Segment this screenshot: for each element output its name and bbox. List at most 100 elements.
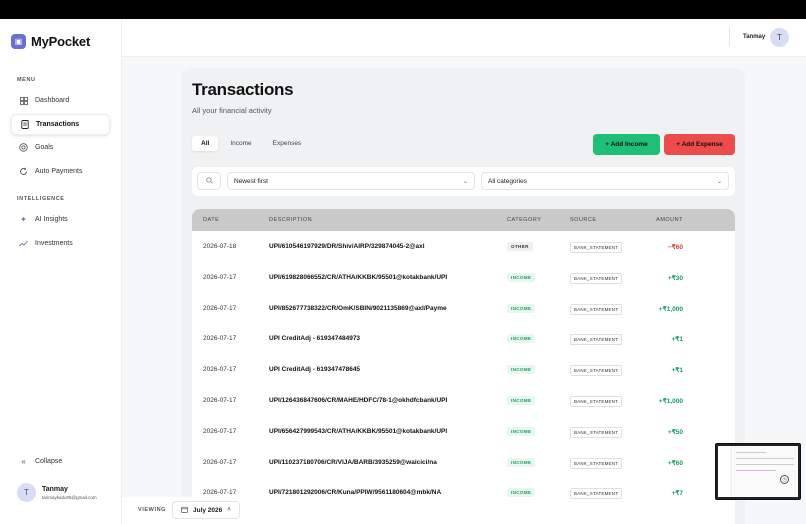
row-date: 2026-07-18 xyxy=(203,243,237,250)
category-badge: INCOME xyxy=(507,457,536,467)
chevron-up-icon: ˄ xyxy=(227,507,231,513)
sidebar-item-label: Transactions xyxy=(36,121,80,128)
category-badge: INCOME xyxy=(507,426,536,436)
table-row[interactable]: 2026-07-17 UPI/619828066552/CR/ATHA/KKBK/… xyxy=(192,262,735,293)
tab-all[interactable]: All xyxy=(192,136,219,151)
table-header: DATE DESCRIPTION CATEGORY SOURCE AMOUNT xyxy=(192,209,735,231)
user-name: Tanmay xyxy=(42,485,68,493)
add-expense-button[interactable]: + Add Expense xyxy=(664,134,735,155)
row-amount: +₹1,000 xyxy=(658,397,683,405)
table-row[interactable]: 2026-07-17 UPI/656427999543/CR/ATHA/KKBK/… xyxy=(192,416,735,447)
topbar-user-name: Tanmay xyxy=(743,34,766,40)
sidebar-item-auto-payments[interactable]: Auto Payments xyxy=(11,161,110,182)
period-bar: VIEWING July 2026 ˄ xyxy=(122,497,242,524)
row-description: UPI/110237180706/CR/VIJA/BARB/3935259@wa… xyxy=(269,458,437,466)
row-date: 2026-07-17 xyxy=(203,273,237,281)
sort-select[interactable]: Newest first ⌄ xyxy=(227,172,475,190)
source-badge: BANK_STATEMENT xyxy=(570,272,623,284)
category-badge: INCOME xyxy=(507,365,536,375)
row-amount: −₹60 xyxy=(667,244,683,251)
row-date: 2026-07-17 xyxy=(203,366,237,374)
table-row[interactable]: 2026-07-17 UPI/110237180706/CR/VIJA/BARB/… xyxy=(192,447,735,478)
month-picker[interactable]: July 2026 ˄ xyxy=(172,501,240,519)
source-badge: BANK_STATEMENT xyxy=(570,303,623,315)
brand[interactable]: ▣ MyPocket xyxy=(11,34,90,49)
sidebar-item-dashboard[interactable]: Dashboard xyxy=(11,90,110,111)
source-badge: BANK_STATEMENT xyxy=(570,365,623,377)
thumbnail-sidebar xyxy=(718,446,732,497)
user-profile[interactable]: T Tanmay tanmaykadu08@gmail.com xyxy=(17,483,97,502)
chevron-down-icon: ⌄ xyxy=(462,178,468,185)
avatar[interactable]: T xyxy=(770,28,789,47)
collapse-button[interactable]: « Collapse xyxy=(11,451,110,472)
thumbnail-content: ◷ xyxy=(718,446,798,497)
row-description: UPI/619828066552/CR/ATHA/KKBK/95501@kota… xyxy=(269,273,448,281)
thumbnail-line xyxy=(736,458,794,459)
header-description: DESCRIPTION xyxy=(269,217,313,223)
category-badge: INCOME xyxy=(507,334,536,344)
row-amount: +₹1 xyxy=(671,367,683,375)
calendar-icon xyxy=(181,506,188,515)
page-title: Transactions xyxy=(192,80,294,99)
row-description: UPI/126436847606/CR/MAHE/HDFC/78-1@okhdf… xyxy=(269,396,448,404)
target-icon xyxy=(19,143,28,152)
header-source: SOURCE xyxy=(570,217,597,223)
refresh-icon xyxy=(19,167,28,176)
search-button[interactable] xyxy=(197,172,221,190)
row-date: 2026-07-17 xyxy=(203,335,237,343)
header-date[interactable]: DATE xyxy=(203,217,219,223)
category-badge: OTHER xyxy=(507,242,533,251)
row-description: UPI/656427999543/CR/ATHA/KKBK/95501@kota… xyxy=(269,427,448,435)
category-badge: INCOME xyxy=(507,488,536,498)
table-row[interactable]: 2026-07-17 UPI/126436847606/CR/MAHE/HDFC/… xyxy=(192,385,735,416)
sidebar-item-goals[interactable]: Goals xyxy=(11,137,110,158)
top-bar: Tanmay T xyxy=(122,19,806,57)
row-date: 2026-07-17 xyxy=(203,427,237,435)
tab-expenses[interactable]: Expenses xyxy=(264,136,311,151)
add-income-button[interactable]: + Add Income xyxy=(593,134,660,155)
thumbnail-line xyxy=(736,470,776,471)
divider xyxy=(729,27,730,47)
sidebar-item-label: Goals xyxy=(35,144,54,151)
sidebar-item-investments[interactable]: Investments xyxy=(11,233,110,254)
transactions-table: DATE DESCRIPTION CATEGORY SOURCE AMOUNT … xyxy=(192,209,735,524)
header-amount[interactable]: AMOUNT xyxy=(656,217,683,223)
row-date: 2026-07-17 xyxy=(203,458,237,466)
tab-income[interactable]: Income xyxy=(221,136,260,151)
table-body: 2026-07-18 UPI/610546197929/DR/Shiv/AIRP/… xyxy=(192,231,735,508)
receipt-icon xyxy=(20,120,29,129)
row-amount: +₹1 xyxy=(671,336,683,344)
sidebar-item-label: Investments xyxy=(35,240,73,247)
menu-section-label: MENU xyxy=(17,77,36,83)
chevrons-left-icon: « xyxy=(21,457,26,466)
table-row[interactable]: 2026-07-17 UPI/852677738322/CR/OmK/SBIN/9… xyxy=(192,293,735,324)
table-row[interactable]: 2026-07-17 UPI CreditAdj - 619347484973 IN… xyxy=(192,323,735,354)
source-badge: BANK_STATEMENT xyxy=(570,334,623,346)
table-row[interactable]: 2026-07-18 UPI/610546197929/DR/Shiv/AIRP/… xyxy=(192,231,735,262)
row-description: UPI/852677738322/CR/OmK/SBIN/9021135869@… xyxy=(269,304,447,312)
category-badge: INCOME xyxy=(507,395,536,405)
sidebar-item-label: Dashboard xyxy=(35,97,70,104)
brand-name: MyPocket xyxy=(31,34,91,49)
row-amount: +₹60 xyxy=(667,459,683,467)
row-date: 2026-07-17 xyxy=(203,396,237,404)
search-icon xyxy=(205,176,213,186)
sidebar-item-ai-insights[interactable]: ✦ AI Insights xyxy=(11,209,110,230)
source-badge: BANK_STATEMENT xyxy=(570,457,623,469)
header-category: CATEGORY xyxy=(507,217,542,223)
type-tabs: All Income Expenses xyxy=(192,134,310,153)
page-subtitle: All your financial activity xyxy=(192,106,272,115)
row-date: 2026-07-17 xyxy=(203,304,237,312)
screen-preview-thumbnail[interactable]: ◷ xyxy=(715,443,801,500)
source-badge: BANK_STATEMENT xyxy=(570,426,623,438)
month-value: July 2026 xyxy=(193,506,223,514)
thumbnail-line xyxy=(736,452,766,453)
category-select-value: All categories xyxy=(488,177,528,185)
row-description: UPI CreditAdj - 619347484973 xyxy=(269,335,361,343)
table-row[interactable]: 2026-07-17 UPI/721801292006/CR/Kuna/PPIW/… xyxy=(192,477,735,508)
row-description: UPI CreditAdj - 619347478645 xyxy=(269,366,361,374)
sidebar-item-transactions[interactable]: Transactions xyxy=(11,114,110,135)
category-select[interactable]: All categories ⌄ xyxy=(481,172,729,190)
table-row[interactable]: 2026-07-17 UPI CreditAdj - 619347478645 IN… xyxy=(192,354,735,385)
user-email: tanmaykadu08@gmail.com xyxy=(42,494,97,500)
